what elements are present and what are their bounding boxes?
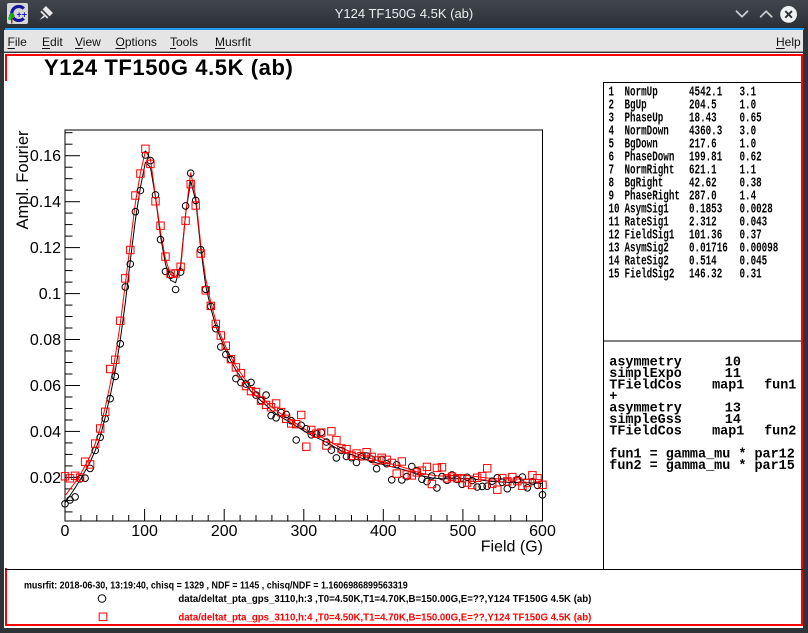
svg-text:fun2: fun2 [764,425,796,440]
svg-text:0.1: 0.1 [39,286,61,303]
svg-text:0.31: 0.31 [740,266,762,283]
svg-text:146.32: 146.32 [689,266,722,283]
svg-text:Ampl. Fourier: Ampl. Fourier [14,130,32,230]
svg-text:400: 400 [370,523,397,540]
svg-text:300: 300 [290,523,317,540]
svg-text:0.08: 0.08 [30,332,61,349]
svg-text:fun2 = gamma_mu * par15: fun2 = gamma_mu * par15 [609,459,794,474]
svg-text:0.16: 0.16 [30,148,61,165]
svg-text:200: 200 [211,523,238,540]
svg-text:fun1: fun1 [764,379,796,394]
svg-text:0: 0 [61,523,70,540]
svg-text:map1: map1 [712,379,744,394]
svg-text:Field (G): Field (G) [481,539,543,556]
svg-text:musrfit: 2018-06-30, 13:19:40,: musrfit: 2018-06-30, 13:19:40, chisq = 1… [24,580,408,592]
svg-text:0.04: 0.04 [30,424,61,441]
svg-text:0.14: 0.14 [30,194,61,211]
svg-text:data/deltat_pta_gps_3110,h:4 ,: data/deltat_pta_gps_3110,h:4 ,T0=4.50K,T… [178,612,591,623]
svg-text:FieldSig2: FieldSig2 [625,266,675,283]
svg-text:0.06: 0.06 [30,378,61,395]
svg-text:++: ++ [17,10,28,20]
svg-text:500: 500 [450,523,477,540]
svg-text:data/deltat_pta_gps_3110,h:3 ,: data/deltat_pta_gps_3110,h:3 ,T0=4.50K,T… [178,594,591,605]
svg-text:100: 100 [131,523,158,540]
svg-text:15: 15 [609,266,620,283]
svg-text:0.12: 0.12 [30,240,61,257]
svg-text:map1: map1 [712,425,744,440]
svg-text:600: 600 [529,523,556,540]
svg-text:TFieldCos: TFieldCos [609,379,682,394]
svg-text:Y124 TF150G 4.5K (ab): Y124 TF150G 4.5K (ab) [44,55,293,80]
svg-text:0.02: 0.02 [30,470,61,487]
svg-text:TFieldCos: TFieldCos [609,425,682,440]
